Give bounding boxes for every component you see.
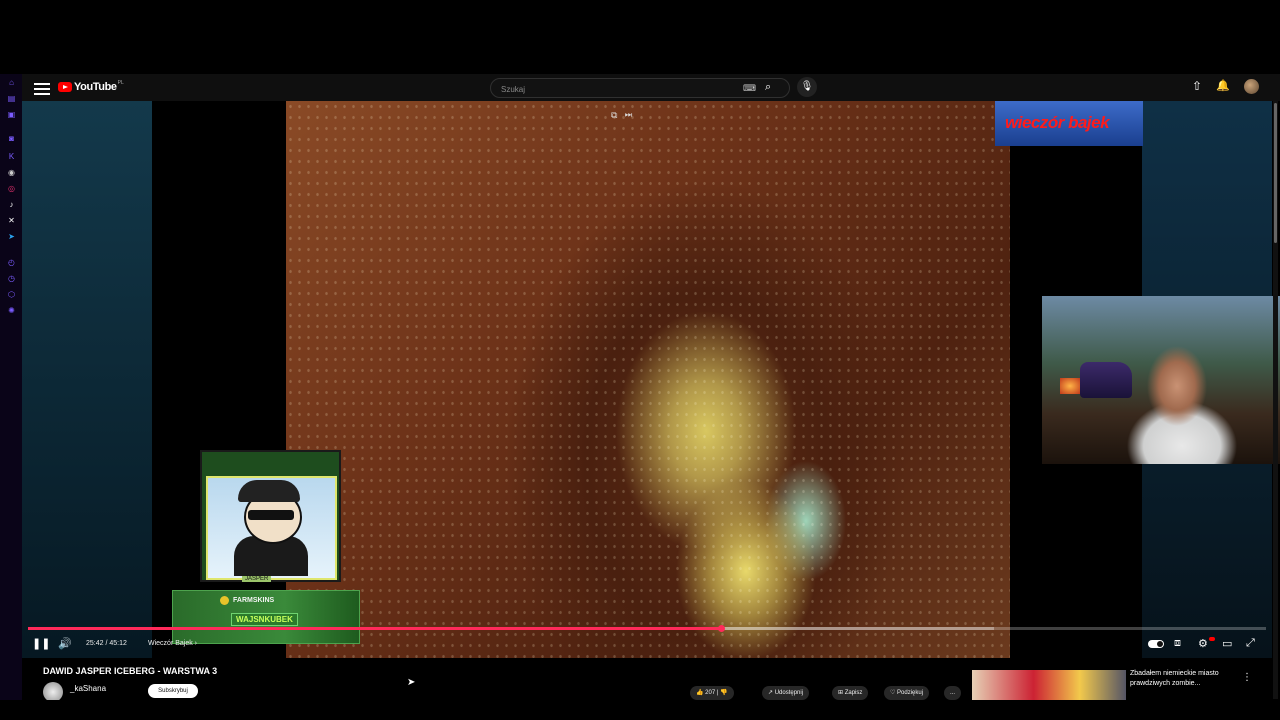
home-icon[interactable]: ⌂	[7, 78, 16, 87]
kick-icon[interactable]: K	[7, 152, 16, 161]
bottom-bar	[0, 700, 1280, 720]
x-icon[interactable]: ✕	[7, 216, 16, 225]
bell-icon[interactable]: 🔔	[1216, 79, 1230, 92]
gear-icon[interactable]: ⚙	[1198, 637, 1208, 650]
scrollbar-thumb[interactable]	[1274, 103, 1277, 243]
search-icon[interactable]: ⌕	[765, 81, 771, 94]
miniplayer-icon[interactable]: ⧉ ⏭	[611, 110, 632, 121]
thanks-label: Podziękuj	[897, 690, 924, 696]
save-button[interactable]: ⊞ Zapisz	[832, 686, 869, 700]
keyboard-icon[interactable]: ⌨	[743, 83, 756, 94]
channel-tag-text: wieczór bajek	[1005, 113, 1110, 132]
video-background-left	[22, 101, 152, 658]
subtitles-icon[interactable]: ⧈	[1174, 637, 1181, 650]
theater-icon[interactable]: ▭	[1222, 637, 1232, 650]
masthead: YouTube PL ⌨ ⌕ 🎙 ⇧ 🔔	[22, 74, 1280, 101]
channel-avatar[interactable]	[43, 682, 63, 702]
instagram-icon[interactable]: ◎	[7, 184, 16, 193]
tiktok-icon[interactable]: ♪	[7, 200, 16, 209]
sponsor-label: FARMSKINS	[233, 597, 275, 604]
coin-icon	[220, 596, 229, 605]
fireplace	[1060, 378, 1080, 394]
thanks-button[interactable]: ♡ Podziękuj	[884, 686, 930, 700]
chapter-label: Wieczór Bajek	[148, 640, 193, 647]
account-avatar[interactable]	[1244, 79, 1259, 94]
youtube-logo[interactable]: YouTube PL	[58, 80, 124, 94]
settings-icon[interactable]: ✺	[7, 306, 16, 315]
upload-icon[interactable]: ⇧	[1192, 79, 1202, 93]
like-count: 207	[705, 690, 716, 696]
streamer-avatar-card: JASPER	[200, 450, 341, 582]
cartoon-glasses	[248, 510, 294, 520]
search-input[interactable]	[499, 79, 733, 99]
time-display: 25:42 / 45:12	[86, 640, 127, 647]
more-vertical-icon[interactable]: ⋮	[1242, 672, 1252, 683]
clock-icon[interactable]: ◷	[7, 274, 16, 283]
avatar-card-image	[206, 476, 337, 580]
autoplay-toggle[interactable]	[1148, 640, 1164, 648]
discord-icon[interactable]: ◉	[7, 168, 16, 177]
card-name: JASPER	[242, 576, 272, 582]
save-label: Zapisz	[844, 690, 863, 696]
search-box: ⌨ ⌕	[490, 78, 790, 99]
library-icon[interactable]: ▣	[7, 110, 16, 119]
share-label: Udostępnij	[774, 690, 804, 696]
channel-tag-overlay: wieczór bajek	[995, 101, 1143, 146]
player-controls: ❚❚ 🔊 25:42 / 45:12 Wieczór Bajek › ⧈ ⚙ ▭…	[22, 634, 1272, 656]
left-rail: ⌂ ▤ ▣ ◙ K ◉ ◎ ♪ ✕ ➤ ◴ ◷ ⬡ ✺	[0, 74, 22, 700]
progress-bar[interactable]	[28, 625, 1266, 632]
progress-played	[28, 627, 722, 630]
twitch-icon[interactable]: ◙	[7, 134, 16, 143]
recommendation-title[interactable]: Zbadałem niemieckie miasto prawdziwych z…	[1130, 669, 1240, 689]
mic-icon[interactable]: 🎙	[797, 77, 817, 97]
more-label: ...	[950, 690, 956, 696]
history-icon[interactable]: ◴	[7, 258, 16, 267]
sponsor-code: WAJSNKUBEK	[231, 613, 298, 626]
subscribe-button[interactable]: Subskrybuj	[148, 684, 198, 698]
fullscreen-icon[interactable]: ⤢	[1246, 637, 1255, 650]
subscriptions-icon[interactable]: ▤	[7, 94, 16, 103]
tag-icon[interactable]: ⬡	[7, 290, 16, 299]
telegram-icon[interactable]: ➤	[7, 232, 16, 241]
video-title: DAWID JASPER ICEBERG - WARSTWA 3	[43, 666, 218, 676]
country-code: PL	[117, 80, 124, 86]
video-frame	[286, 101, 1010, 658]
chapter-button[interactable]: Wieczór Bajek ›	[148, 640, 197, 647]
more-actions-button[interactable]: ...	[944, 686, 962, 700]
pause-icon[interactable]: ❚❚	[32, 637, 50, 650]
like-button[interactable]: 👍 207 | 👎	[690, 686, 734, 700]
mouse-cursor-icon: ➤	[407, 677, 416, 688]
webcam-overlay	[1042, 296, 1280, 464]
hd-badge	[1209, 637, 1215, 641]
channel-name[interactable]: _kaShana	[70, 684, 106, 693]
menu-button[interactable]	[34, 80, 50, 96]
logo-text: YouTube	[74, 81, 117, 93]
cartoon-cap	[238, 480, 300, 502]
car	[1080, 362, 1132, 398]
share-button[interactable]: ↗ Udostępnij	[762, 686, 810, 700]
youtube-play-icon	[58, 82, 72, 92]
recommendation-thumbnail[interactable]	[972, 670, 1126, 700]
volume-icon[interactable]: 🔊	[58, 637, 72, 650]
